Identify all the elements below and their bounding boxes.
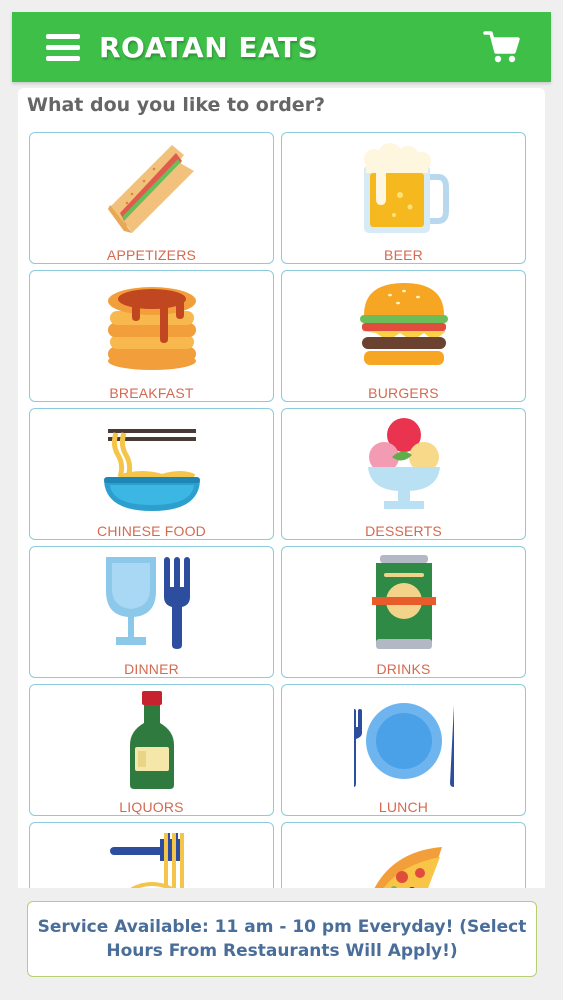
top-app-bar: ROATAN EATS	[12, 12, 551, 82]
category-label: DRINKS	[376, 661, 431, 677]
app-title: ROATAN EATS	[99, 30, 319, 64]
order-prompt: What dou you like to order?	[27, 94, 326, 116]
category-tile-burgers[interactable]: BURGERS	[281, 270, 526, 402]
category-tile-dinner[interactable]: DINNER	[29, 546, 274, 678]
category-tile-pasta[interactable]	[29, 822, 274, 888]
category-tile-pizza[interactable]	[281, 822, 526, 888]
plate-cutlery-icon	[346, 691, 461, 791]
category-tile-chinese-food[interactable]: CHINESE FOOD	[29, 408, 274, 540]
category-label: DESSERTS	[365, 523, 442, 539]
soda-can-icon	[354, 553, 454, 653]
beer-mug-icon	[354, 139, 454, 239]
category-tile-desserts[interactable]: DESSERTS	[281, 408, 526, 540]
hamburger-menu-icon[interactable]	[46, 34, 80, 61]
service-hours-banner: Service Available: 11 am - 10 pm Everyda…	[27, 901, 537, 977]
category-label: BREAKFAST	[109, 385, 194, 401]
wine-glass-fork-icon	[102, 553, 202, 653]
liquor-bottle-icon	[102, 691, 202, 791]
shopping-cart-icon[interactable]	[483, 30, 521, 64]
category-label: APPETIZERS	[106, 247, 197, 263]
category-label: LIQUORS	[119, 799, 184, 815]
category-panel: What dou you like to order? APPETIZERS B…	[18, 88, 545, 888]
category-tile-appetizers[interactable]: APPETIZERS	[29, 132, 274, 264]
category-tile-lunch[interactable]: LUNCH	[281, 684, 526, 816]
noodle-bowl-icon	[102, 415, 202, 515]
category-tile-breakfast[interactable]: BREAKFAST	[29, 270, 274, 402]
category-tile-drinks[interactable]: DRINKS	[281, 546, 526, 678]
service-hours-text: Service Available: 11 am - 10 pm Everyda…	[37, 917, 527, 961]
pancakes-icon	[102, 277, 202, 377]
category-tile-beer[interactable]: BEER	[281, 132, 526, 264]
sandwich-icon	[102, 139, 202, 239]
pizza-slice-icon	[354, 829, 454, 888]
category-label: BURGERS	[368, 385, 439, 401]
category-label: CHINESE FOOD	[97, 523, 206, 539]
burger-icon	[354, 277, 454, 377]
category-label: BEER	[384, 247, 423, 263]
pasta-fork-icon	[102, 829, 202, 888]
category-tile-liquors[interactable]: LIQUORS	[29, 684, 274, 816]
app-screen: ROATAN EATS What dou you like to order?	[0, 0, 563, 1000]
ice-cream-icon	[354, 415, 454, 515]
category-label: DINNER	[124, 661, 179, 677]
category-label: LUNCH	[378, 799, 429, 815]
